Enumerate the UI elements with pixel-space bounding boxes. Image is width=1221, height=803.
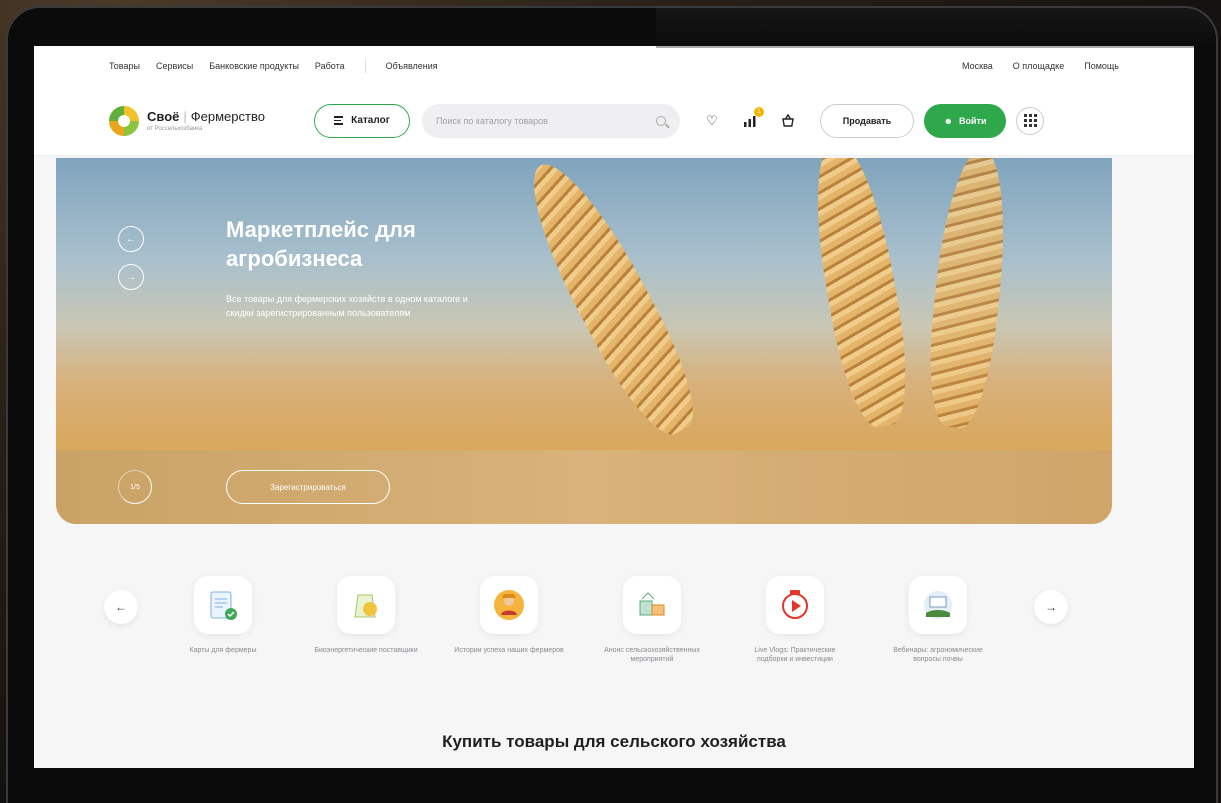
search-input[interactable]: Поиск по каталогу товаров [422, 103, 680, 138]
service-label: Карты для фермеры [189, 647, 257, 654]
logo-subtitle: от Россельхозбанка [147, 126, 203, 132]
topnav-ads[interactable]: Объявления [386, 61, 438, 71]
logo-title: Своё | Фермерство [147, 109, 265, 124]
city-selector[interactable]: Москва [962, 61, 993, 71]
compare-chart-icon[interactable]: 1 [742, 106, 764, 129]
map-card-icon [194, 576, 252, 634]
hero-prev-button[interactable]: ← [118, 226, 144, 252]
services-carousel: ← Карты для фермеры Биоэнергетические по… [94, 576, 1068, 696]
logo-icon [109, 105, 139, 136]
topnav-goods[interactable]: Товары [109, 61, 140, 71]
main-header: Своё | Фермерство от Россельхозбанка Катал… [34, 86, 1194, 156]
wheat-image [921, 158, 1015, 431]
favorites-heart-icon[interactable]: ♡ [704, 113, 720, 129]
service-label: Вебинары: агрономические вопросы почвы [893, 647, 983, 664]
login-button[interactable]: ☻ Войти [924, 103, 1006, 138]
laptop-bezel: Товары Сервисы Банковские продукты Работ… [6, 6, 1218, 803]
bio-bag-icon [337, 576, 395, 634]
hero-text: Все товары для фермерских хозяйств в одн… [226, 294, 468, 319]
service-card[interactable]: Анонс сельскохозяйственных мероприятий [597, 576, 707, 665]
apps-grid-icon[interactable] [1016, 106, 1044, 135]
topnav-services[interactable]: Сервисы [156, 61, 193, 71]
logo[interactable]: Своё | Фермерство от Россельхозбанка [109, 105, 314, 136]
topnav-bank-products[interactable]: Банковские продукты [209, 61, 299, 71]
search-icon[interactable] [656, 115, 666, 126]
webinar-icon [909, 576, 967, 634]
hero-bottom-band [56, 450, 1112, 524]
service-card[interactable]: Истории успеха наших фермеров [454, 576, 564, 655]
compare-badge: 1 [754, 106, 764, 117]
wheat-image [509, 158, 713, 447]
service-card[interactable]: Карты для фермеры [168, 576, 278, 655]
user-icon: ☻ [943, 115, 953, 126]
service-label: Live Vlogs: Практические подборки и инве… [754, 647, 836, 664]
about-link[interactable]: О площадке [1013, 61, 1064, 71]
hero-next-button[interactable]: → [118, 264, 144, 290]
video-icon [766, 576, 824, 634]
service-card[interactable]: Live Vlogs: Практические подборки и инве… [740, 576, 850, 665]
topnav-work[interactable]: Работа [315, 61, 345, 71]
farmer-icon [480, 576, 538, 634]
service-label: Биоэнергетические поставщики [314, 647, 418, 654]
service-card[interactable]: Биоэнергетические поставщики [311, 576, 421, 655]
divider [364, 59, 366, 73]
search-placeholder: Поиск по каталогу товаров [436, 115, 548, 126]
calendar-icon [623, 576, 681, 634]
wheat-image [801, 158, 919, 432]
catalog-label: Каталог [351, 115, 390, 126]
menu-icon [334, 116, 344, 125]
carousel-next-button[interactable]: → [1034, 590, 1068, 624]
carousel-prev-button[interactable]: ← [104, 590, 138, 624]
hero-title: Маркетплейс для агробизнеса [226, 217, 416, 271]
catalog-button[interactable]: Каталог [314, 103, 410, 138]
slide-counter-text: 1/5 [130, 483, 140, 491]
register-button[interactable]: Зарегистрироваться [226, 470, 390, 504]
top-nav: Товары Сервисы Банковские продукты Работ… [34, 46, 1194, 86]
slide-counter: 1/5 [118, 470, 170, 506]
help-link[interactable]: Помощь [1084, 61, 1119, 71]
service-label: Анонс сельскохозяйственных мероприятий [604, 647, 700, 664]
browser-screen: Товары Сервисы Банковские продукты Работ… [34, 46, 1194, 768]
service-card[interactable]: Вебинары: агрономические вопросы почвы [883, 576, 993, 665]
cart-basket-icon[interactable] [780, 113, 796, 129]
hero-banner: ← → Маркетплейс для агробизнеса Все това… [56, 158, 1112, 524]
login-label: Войти [959, 115, 987, 126]
sell-button[interactable]: Продавать [820, 103, 914, 138]
section-title: Купить товары для сельского хозяйства [442, 732, 786, 751]
service-label: Истории успеха наших фермеров [454, 647, 564, 654]
